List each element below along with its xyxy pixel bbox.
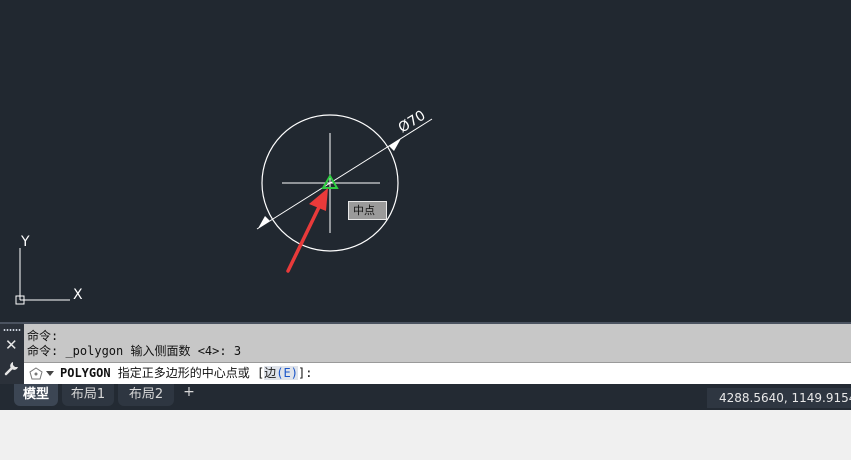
option-edge-label[interactable]: 边 bbox=[264, 366, 276, 380]
command-name: POLYGON bbox=[60, 366, 111, 380]
ucs-x-label: X bbox=[73, 287, 83, 303]
tab-model[interactable]: 模型 bbox=[14, 384, 58, 406]
wrench-icon[interactable] bbox=[4, 360, 20, 376]
coordinate-readout[interactable]: 4288.5640, 1149.9154, 0.0000 bbox=[707, 388, 851, 408]
chevron-down-icon[interactable] bbox=[46, 371, 54, 376]
drawing-canvas[interactable]: Ø70 Y X 中点 bbox=[0, 0, 851, 322]
prompt-suffix: ]: bbox=[297, 366, 313, 380]
snap-tooltip: 中点 bbox=[348, 201, 387, 220]
drawing-svg[interactable]: Ø70 Y X bbox=[0, 0, 851, 322]
command-window-grip[interactable]: ✕ bbox=[0, 324, 24, 384]
tab-layout1[interactable]: 布局1 bbox=[62, 384, 114, 406]
add-layout-icon[interactable]: + bbox=[180, 384, 198, 402]
empty-area bbox=[0, 410, 851, 460]
history-line: 命令: bbox=[27, 329, 59, 343]
close-icon[interactable]: ✕ bbox=[5, 337, 18, 353]
grip-dots-icon[interactable] bbox=[3, 328, 21, 332]
annotation-arrow-head-icon bbox=[309, 188, 328, 211]
command-input[interactable]: POLYGON 指定正多边形的中心点或 [边(E)]: bbox=[24, 362, 851, 384]
command-prompt-icon[interactable] bbox=[29, 367, 43, 381]
command-window[interactable]: ✕ 命令: 命令: _polygon 输入侧面数 <4>: 3 POLYGON … bbox=[0, 322, 851, 384]
history-line: 命令: _polygon 输入侧面数 <4>: 3 bbox=[27, 344, 242, 358]
command-prompt-text: POLYGON 指定正多边形的中心点或 [边(E)]: bbox=[60, 363, 312, 384]
prompt-message: 指定正多边形的中心点或 [ bbox=[110, 366, 265, 380]
annotation-arrow-shaft bbox=[286, 203, 322, 273]
command-history: 命令: 命令: _polygon 输入侧面数 <4>: 3 bbox=[27, 329, 241, 359]
option-edge[interactable]: 边(E) bbox=[264, 366, 298, 380]
dimension-line[interactable] bbox=[256, 118, 433, 230]
option-edge-key[interactable]: (E) bbox=[276, 366, 298, 380]
ucs-y-label: Y bbox=[20, 234, 30, 250]
tab-layout2[interactable]: 布局2 bbox=[118, 384, 174, 406]
